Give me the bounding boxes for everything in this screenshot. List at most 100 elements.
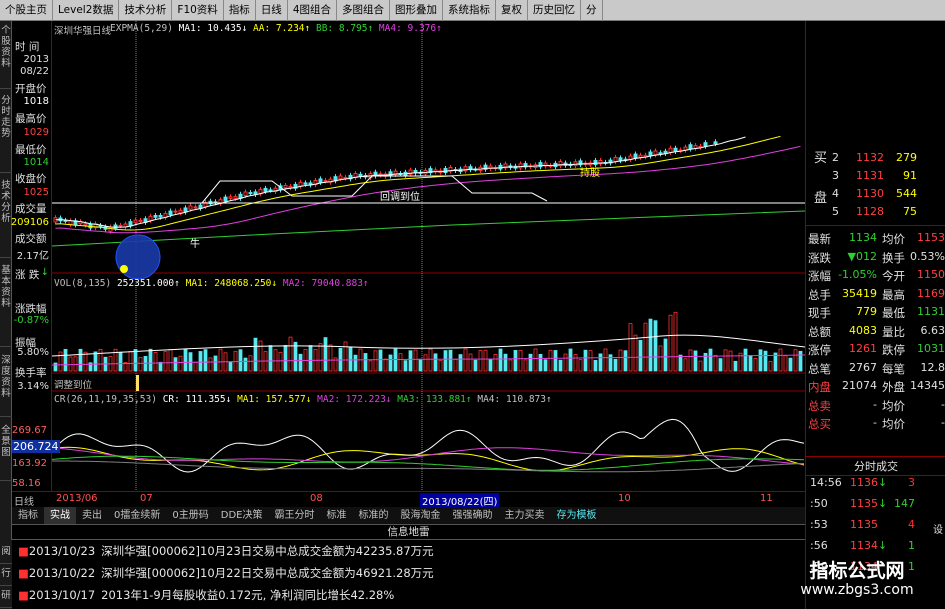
indicator-tab-6[interactable]: 霸王分时 — [268, 507, 320, 524]
signal-label: 调整到位 — [54, 380, 93, 391]
volume-bar — [198, 351, 203, 372]
news-item[interactable]: ■2013/10/23 深圳华强[000062]10月23日交易中总成交金额为42… — [18, 543, 434, 559]
date-cursor-label: 2013/08/22(四) — [420, 493, 500, 508]
tick-price: 1134 — [850, 539, 878, 552]
top-tab-5[interactable]: 日线 — [256, 0, 288, 21]
candle-body — [148, 215, 153, 221]
indicator-tab-8[interactable]: 标准的 — [352, 507, 394, 524]
indicator-tab-2[interactable]: 卖出 — [76, 507, 108, 524]
indicator-tab-12[interactable]: 存为模板 — [550, 507, 602, 524]
info-label-2: 最高价 — [15, 113, 47, 125]
info-value-11: 3.14% — [17, 381, 49, 392]
news-text: 深圳华强[000062]10月23日交易中总成交金额为42235.87万元 — [101, 544, 434, 558]
side-tab-3[interactable]: 基本资料 — [0, 261, 12, 347]
news-flag-1[interactable]: 行 — [0, 568, 12, 586]
news-text: 深圳华强[000062]10月22日交易中总成交金额为46921.28万元 — [101, 566, 434, 580]
indicator-tab-11[interactable]: 主力买卖 — [498, 507, 550, 524]
candle-body — [83, 223, 88, 226]
top-tab-8[interactable]: 图形叠加 — [390, 0, 443, 21]
quote-label: 均价 — [882, 232, 905, 246]
volume-bar — [503, 353, 508, 372]
top-tab-10[interactable]: 复权 — [496, 0, 528, 21]
top-tab-2[interactable]: 技术分析 — [119, 0, 173, 21]
quote-label: 总笔 — [808, 361, 831, 376]
news-item[interactable]: ■2013/10/17 2013年1-9月每股收益0.172元, 净利润同比增长4… — [18, 587, 394, 603]
top-tab-12[interactable]: 分 — [581, 0, 603, 21]
candle-body — [323, 179, 328, 182]
top-tab-6[interactable]: 4图组合 — [288, 0, 337, 21]
top-tab-11[interactable]: 历史回忆 — [528, 0, 581, 21]
candle-body — [233, 196, 238, 200]
volume-bar — [63, 348, 68, 372]
candle-body — [668, 147, 673, 153]
volume-bar — [243, 357, 248, 372]
candle-body — [343, 176, 348, 179]
kline-chart-area[interactable]: 深圳华强日线 EXPMA(5,29) MA1: 10.435↓ AA: 7.23… — [51, 21, 806, 491]
info-mine-bar[interactable]: 信息地雷 — [12, 524, 805, 540]
quote-value: 12.8 — [920, 360, 945, 374]
legend-cr-ma4: MA4: 110.873↑ — [477, 394, 552, 405]
volume-bar — [478, 350, 483, 372]
indicator-tab-4[interactable]: 0主册码 — [166, 507, 214, 524]
side-tab-5[interactable]: 全景图 — [0, 421, 12, 481]
candle-body — [228, 196, 233, 199]
side-tab-1[interactable]: 分时走势 — [0, 91, 12, 173]
tick-arrow: ↓ — [878, 497, 888, 510]
volume-bar — [423, 354, 428, 372]
candle-body — [248, 192, 253, 195]
quote-value: -1.05% — [838, 268, 877, 281]
side-tab-4[interactable]: 深度资料 — [0, 351, 12, 417]
indicator-tab-1[interactable]: 实战 — [44, 507, 76, 524]
volume-bar — [618, 349, 623, 372]
watermark-title: 指标公式网 — [809, 560, 905, 582]
volume-bar — [98, 349, 103, 372]
top-tab-0[interactable]: 个股主页 — [0, 0, 53, 21]
indicator-tab-5[interactable]: DDE决策 — [215, 507, 269, 524]
volume-bar — [708, 348, 713, 372]
volume-bar — [763, 350, 768, 372]
volume-bar — [523, 359, 528, 372]
info-value-7: 2.17亿 — [16, 251, 49, 262]
quote-label: 内盘 — [808, 380, 831, 394]
legend-vol-ma1: MA1: 248068.250↓ — [185, 278, 278, 289]
quote-value: - — [873, 397, 877, 411]
news-flag-2[interactable]: 研 — [0, 590, 12, 608]
indicator-tab-10[interactable]: 强强确助 — [446, 507, 498, 524]
indicator-tab-0[interactable]: 指标 — [12, 507, 44, 524]
tick-volume: 147 — [894, 497, 915, 510]
date-label-1: 2013/06 — [56, 493, 98, 504]
indicator-tab-7[interactable]: 标准 — [320, 507, 352, 524]
volume-bar — [498, 348, 503, 372]
orderbook-price: 1130 — [856, 187, 884, 200]
volume-bar — [238, 349, 243, 372]
top-tab-4[interactable]: 指标 — [224, 0, 256, 21]
quote-value: 4083 — [849, 323, 877, 337]
volume-bar — [538, 353, 543, 372]
top-tab-7[interactable]: 多图组合 — [337, 0, 390, 21]
tick-time: 14:56 — [810, 476, 842, 489]
volume-bar — [288, 336, 293, 372]
top-tab-9[interactable]: 系统指标 — [443, 0, 496, 21]
volume-bar — [163, 351, 168, 372]
indicator-tab-3[interactable]: 0擂金续新 — [108, 507, 166, 524]
news-item[interactable]: ■2013/10/22 深圳华强[000062]10月22日交易中总成交金额为46… — [18, 565, 434, 581]
volume-bar — [53, 362, 58, 372]
volume-bar — [733, 360, 738, 372]
annotation-pullback: 回调到位 — [380, 192, 420, 203]
top-tab-3[interactable]: F10资料 — [172, 0, 224, 21]
top-tab-1[interactable]: Level2数据 — [53, 0, 120, 21]
side-tab-0[interactable]: 个股资料 — [0, 21, 12, 89]
news-text: 2013年1-9月每股收益0.172元, 净利润同比增长42.28% — [101, 588, 395, 602]
indicator-tab-9[interactable]: 股海淘金 — [394, 507, 446, 524]
volume-bar — [298, 353, 303, 372]
news-flag-0[interactable]: 阅 — [0, 546, 12, 564]
settings-icon[interactable]: 设 — [933, 521, 943, 536]
orderbook-level: 3 — [832, 169, 839, 182]
quote-value: - — [873, 416, 877, 429]
info-value-10: 5.80% — [17, 347, 49, 358]
candle-body — [178, 209, 183, 214]
candle-body — [128, 221, 133, 227]
cr-ytick-2: 206.724 — [12, 440, 60, 453]
quote-label: 量比 — [882, 324, 905, 339]
tick-header[interactable]: 分时成交 — [806, 456, 945, 476]
